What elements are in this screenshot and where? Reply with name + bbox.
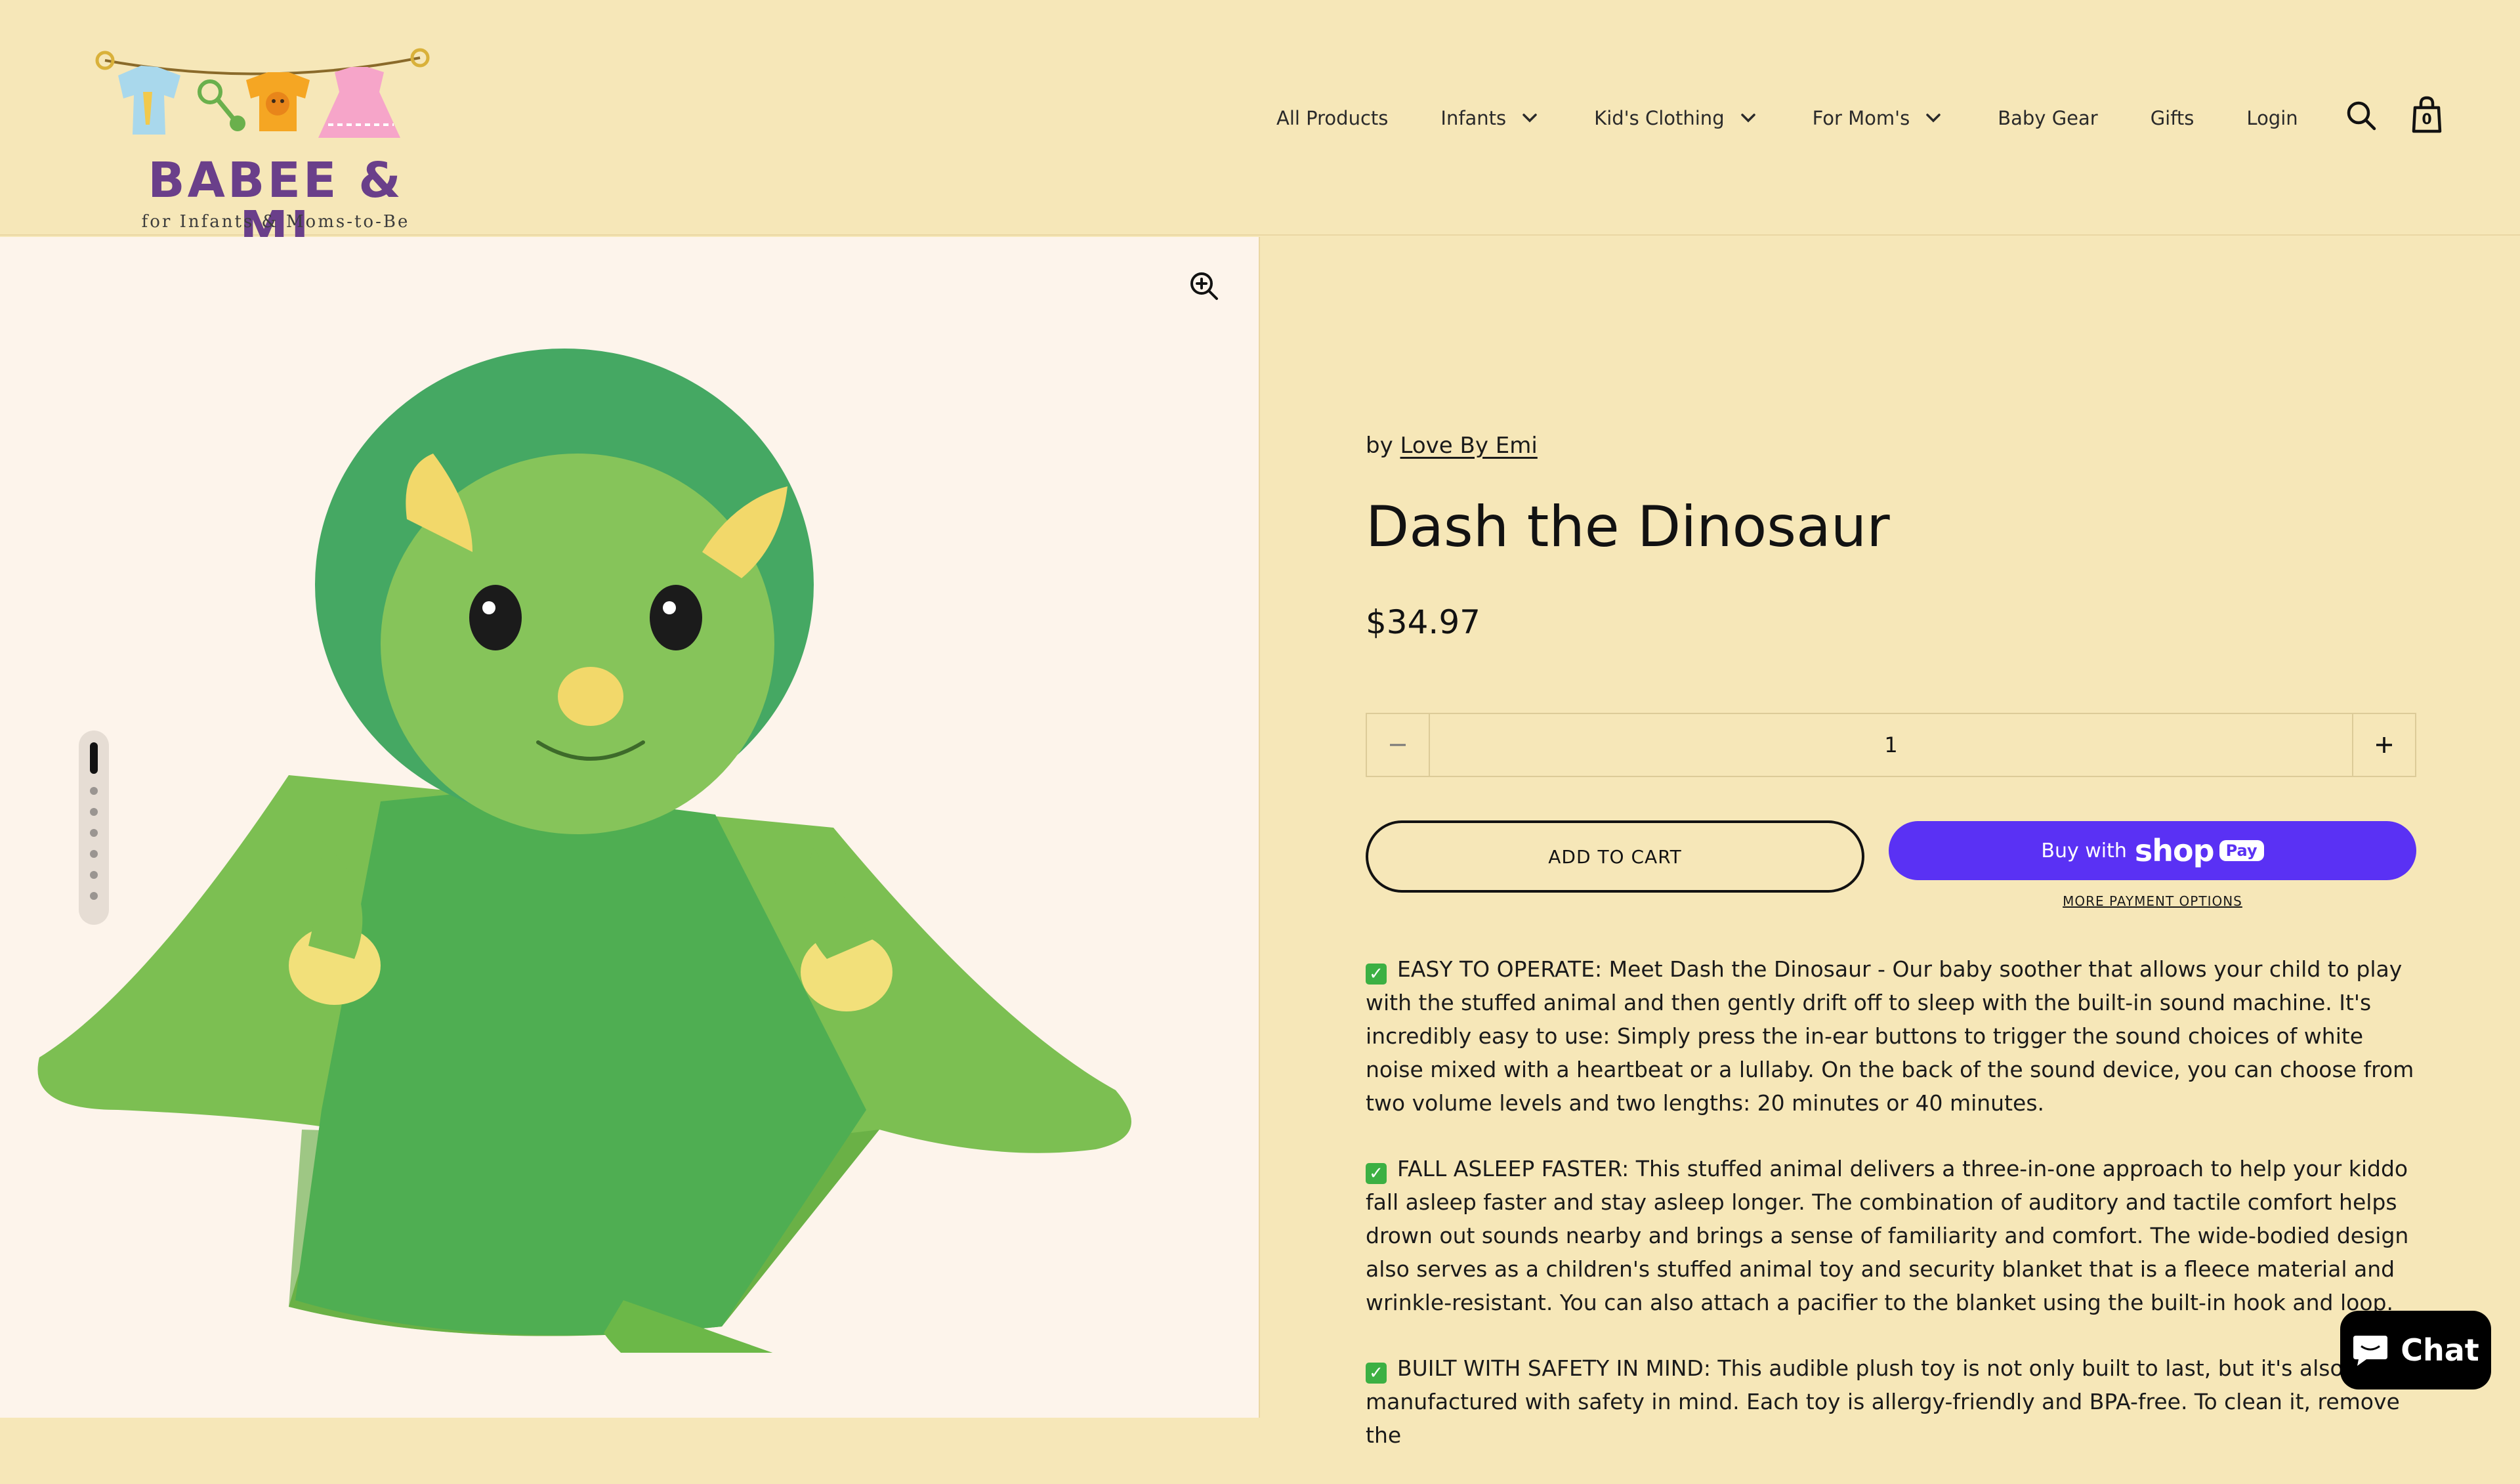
nav-item-label: For Mom's	[1812, 107, 1910, 129]
quantity-stepper	[1366, 713, 2416, 777]
pay-badge: Pay	[2219, 840, 2264, 861]
description-paragraph: ✓ EASY TO OPERATE: Meet Dash the Dinosaur…	[1366, 956, 2414, 1116]
slide-dot[interactable]	[90, 829, 98, 837]
product-title: Dash the Dinosaur	[1366, 494, 1890, 560]
quantity-input[interactable]	[1430, 714, 2352, 776]
nav-item-kids-clothing[interactable]: Kid's Clothing	[1594, 107, 1759, 129]
product-vendor: by Love By Emi	[1366, 433, 1538, 459]
slide-dot[interactable]	[90, 787, 98, 795]
logo-clothesline-icon	[95, 48, 430, 138]
chevron-down-icon	[1740, 114, 1755, 123]
cart-count: 0	[2422, 112, 2432, 128]
nav-item-baby-gear[interactable]: Baby Gear	[1998, 107, 2097, 129]
minus-icon	[1390, 744, 1406, 746]
nav-item-for-moms[interactable]: For Mom's	[1813, 107, 1946, 129]
chat-label: Chat	[2401, 1332, 2479, 1368]
slide-dot[interactable]	[90, 850, 98, 858]
more-payment-options-link[interactable]: MORE PAYMENT OPTIONS	[1889, 893, 2416, 909]
product-image[interactable]	[13, 303, 1181, 1353]
nav-item-label: Login	[2246, 107, 2298, 129]
vendor-prefix: by	[1366, 433, 1393, 459]
main-nav: All Products Infants Kid's Clothing For …	[1276, 104, 2298, 133]
nav-item-label: All Products	[1276, 107, 1389, 129]
slide-dot[interactable]	[90, 871, 98, 879]
zoom-in-icon	[1190, 272, 1218, 300]
plus-icon	[2376, 737, 2392, 753]
slide-dot[interactable]	[90, 808, 98, 816]
description-paragraph: ✓ FALL ASLEEP FASTER: This stuffed animal…	[1366, 1156, 2409, 1315]
chevron-down-icon	[1522, 114, 1537, 123]
chevron-down-icon	[1926, 114, 1941, 123]
nav-item-label: Infants	[1440, 107, 1507, 129]
chat-button[interactable]: Chat	[2340, 1311, 2491, 1389]
vendor-link[interactable]: Love By Emi	[1400, 433, 1538, 459]
slide-dot[interactable]	[90, 892, 98, 900]
nav-item-label: Baby Gear	[1998, 107, 2098, 129]
nav-item-label: Kid's Clothing	[1594, 107, 1725, 129]
add-to-cart-button[interactable]: ADD TO CART	[1366, 820, 1864, 893]
image-pagination	[79, 731, 109, 925]
brand-tagline: for Infants & Moms-to-Be	[141, 212, 410, 232]
product-description: ✓ EASY TO OPERATE: Meet Dash the Dinosaur…	[1366, 952, 2422, 1484]
quantity-increase-button[interactable]	[2352, 714, 2415, 776]
nav-item-login[interactable]: Login	[2246, 107, 2298, 129]
chat-bubble-icon	[2353, 1336, 2388, 1366]
check-mark-icon: ✓	[1366, 964, 1387, 985]
search-button[interactable]	[2344, 98, 2378, 133]
cart-button[interactable]: 0	[2410, 95, 2444, 135]
nav-item-all-products[interactable]: All Products	[1276, 107, 1388, 129]
description-paragraph: ✓ BUILT WITH SAFETY IN MIND: This audible…	[1366, 1355, 2400, 1448]
site-header: BABEE & MI for Infants & Moms-to-Be All …	[0, 0, 2520, 253]
nav-item-infants[interactable]: Infants	[1440, 107, 1542, 129]
shop-pay-button[interactable]: Buy with shop Pay	[1889, 821, 2416, 880]
product-price: $34.97	[1366, 603, 1480, 641]
search-icon	[2347, 101, 2376, 131]
zoom-button[interactable]	[1181, 263, 1227, 309]
nav-item-gifts[interactable]: Gifts	[2151, 107, 2194, 129]
check-mark-icon: ✓	[1366, 1163, 1387, 1184]
buy-with-label: Buy with	[2041, 839, 2127, 862]
quantity-decrease-button[interactable]	[1367, 714, 1430, 776]
product-gallery	[0, 237, 1260, 1418]
slide-dot[interactable]	[90, 742, 98, 774]
check-mark-icon: ✓	[1366, 1363, 1387, 1384]
shop-pay-logo: shop	[2134, 833, 2215, 868]
brand-logo[interactable]: BABEE & MI for Infants & Moms-to-Be	[92, 26, 433, 253]
nav-item-label: Gifts	[2150, 107, 2194, 129]
